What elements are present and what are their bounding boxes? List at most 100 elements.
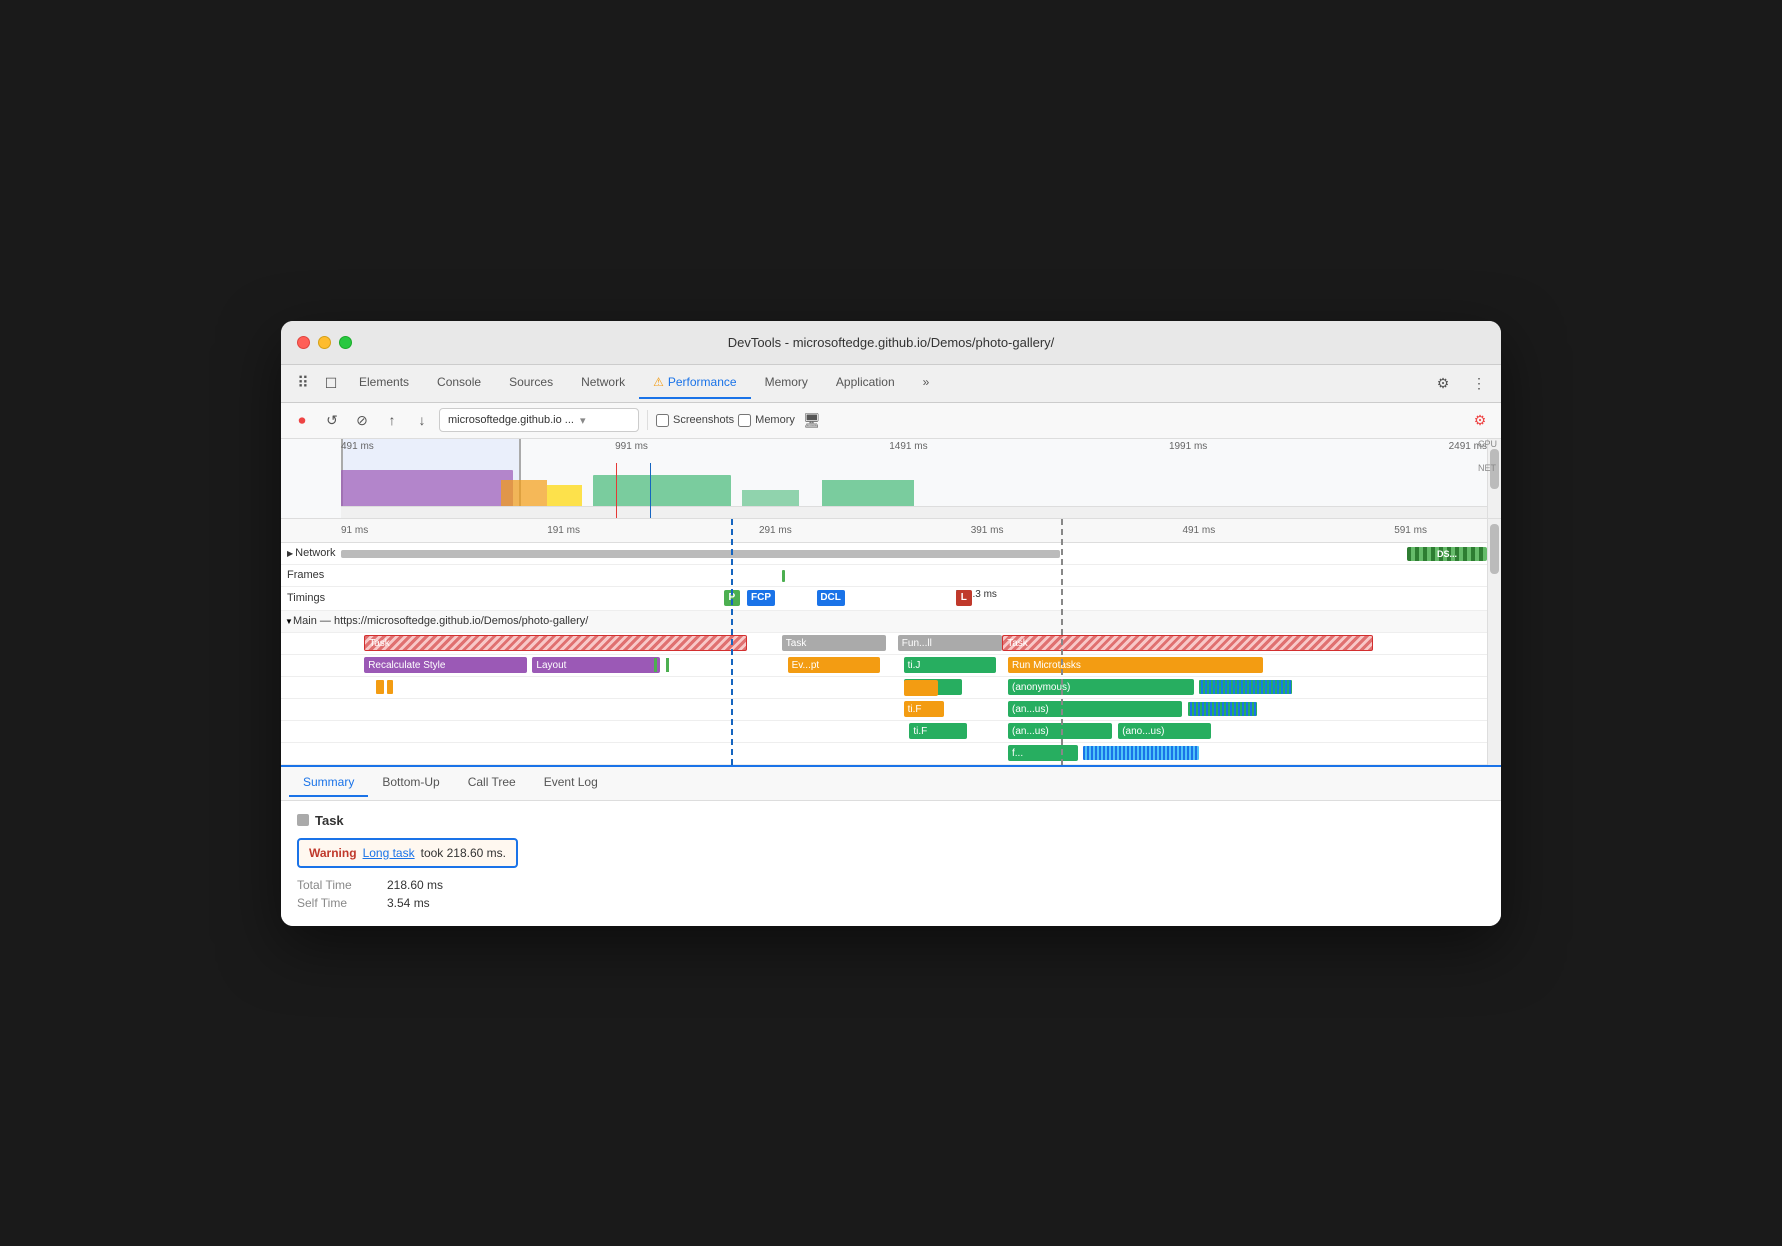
f-bar[interactable]: f... [1008, 745, 1078, 761]
tab-console[interactable]: Console [423, 367, 495, 399]
vi-bar[interactable] [904, 680, 939, 696]
traffic-lights [297, 336, 352, 349]
p-marker[interactable]: P [724, 590, 740, 606]
task-bar-main[interactable]: Task [364, 635, 747, 651]
overview-timeline[interactable]: 491 ms 991 ms 1491 ms 1991 ms 2491 ms CP… [281, 439, 1501, 519]
fcp-marker[interactable]: FCP [747, 590, 775, 606]
long-task-link[interactable]: Long task [363, 846, 415, 860]
memory-checkbox[interactable] [738, 414, 751, 427]
run-microtasks-bar[interactable]: Run Microtasks [1008, 657, 1263, 673]
frames-label: Frames [281, 569, 341, 581]
frames-content[interactable] [341, 565, 1501, 586]
task-row-2-content[interactable]: Recalculate Style Layout Ev...pt ti.J [341, 654, 1501, 676]
flamechart-scroll-track[interactable] [1487, 519, 1501, 765]
task-row-5-content[interactable]: Task ti.F (an...us) (an...us) (ano...us) [341, 720, 1501, 742]
task-row-2[interactable]: Recalculate Style Layout Ev...pt ti.J [281, 655, 1501, 677]
performance-settings-icon[interactable]: ⚙ [1467, 407, 1493, 433]
summary-panel: Task Warning Long task took 218.60 ms. T… [281, 801, 1501, 926]
cpu-net-labels: CPU NET [1478, 439, 1497, 473]
self-time-val: 3.54 ms [387, 896, 430, 910]
yellow-bar-2 [387, 680, 393, 694]
tab-event-log[interactable]: Event Log [530, 769, 612, 797]
mini-bars-blue [1083, 746, 1199, 760]
tab-performance[interactable]: ⚠ Performance [639, 367, 750, 399]
dcl-marker[interactable]: DCL [817, 590, 845, 606]
populate-gallery-bar[interactable]: (an...us) [1008, 701, 1182, 717]
window-title: DevTools - microsoftedge.github.io/Demos… [728, 335, 1055, 350]
timings-content[interactable]: P FCP DCL 721.3 ms L ↙ ↙ [341, 587, 1501, 610]
task-bar-right[interactable]: Fun...ll [898, 635, 1002, 651]
task-row-3-content[interactable]: vi (anonymous) [341, 676, 1501, 698]
screenshots-checkbox-label[interactable]: Screenshots [656, 414, 734, 427]
tab-bottom-up[interactable]: Bottom-Up [368, 769, 453, 797]
function-bar[interactable]: ti.J [904, 657, 997, 673]
task-bar-mid[interactable]: Task [782, 635, 886, 651]
green-bar-2 [666, 658, 669, 672]
self-time-key: Self Time [297, 896, 387, 910]
screenshots-checkbox[interactable] [656, 414, 669, 427]
task-row-6-content[interactable]: f... [341, 742, 1501, 764]
task-row-1-content[interactable]: Task Task Fun...ll Task ↙ [341, 632, 1501, 654]
memory-checkbox-label[interactable]: Memory [738, 414, 795, 427]
tab-call-tree[interactable]: Call Tree [454, 769, 530, 797]
warning-message: took 218.60 ms. [421, 846, 506, 860]
ti-f-bar[interactable]: Task ti.F [909, 723, 967, 739]
anonymous-bar[interactable]: (anonymous) [1008, 679, 1194, 695]
layout-bar[interactable]: Layout [532, 657, 660, 673]
more-options-icon[interactable]: ⋮ [1465, 369, 1493, 397]
tab-elements[interactable]: Elements [345, 367, 423, 399]
capture-settings-icon[interactable]: 🖥 [799, 407, 825, 433]
main-expand-icon[interactable]: ▼ [281, 617, 289, 626]
tab-more[interactable]: » [909, 367, 944, 399]
flamechart-scroll-thumb[interactable] [1490, 524, 1499, 574]
tab-memory[interactable]: Memory [751, 367, 822, 399]
tab-application[interactable]: Application [822, 367, 909, 399]
performance-toolbar: ⏺ ↺ ⊘ ↑ ↓ microsoftedge.github.io ... ▾ … [281, 403, 1501, 439]
network-content[interactable]: DS... [341, 543, 1501, 564]
task-row-4[interactable]: ti.F (an...us) [281, 699, 1501, 721]
vi-bar-2[interactable]: ti.F [904, 701, 945, 717]
record-button[interactable]: ⏺ [289, 407, 315, 433]
recalculate-style-bar[interactable]: Recalculate Style [364, 657, 526, 673]
tab-network[interactable]: Network [567, 367, 639, 399]
task-row-3[interactable]: vi (anonymous) [281, 677, 1501, 699]
tab-summary[interactable]: Summary [289, 769, 368, 797]
timings-row: Timings P FCP DCL 721.3 ms L [281, 587, 1501, 611]
total-time-val: 218.60 ms [387, 878, 443, 892]
timeline-ruler: 91 ms 191 ms 291 ms 391 ms 491 ms 591 ms [281, 519, 1501, 543]
devtools-tab-bar: ⠿ ☐ Elements Console Sources Network ⚠ P… [281, 365, 1501, 403]
url-display: microsoftedge.github.io ... ▾ [439, 408, 639, 432]
ano-us-bar[interactable]: (ano...us) [1118, 723, 1211, 739]
task-row-5[interactable]: Task ti.F (an...us) (an...us) (ano...us) [281, 721, 1501, 743]
clear-button[interactable]: ⊘ [349, 407, 375, 433]
frames-row: Frames [281, 565, 1501, 587]
device-emulation-icon[interactable]: ☐ [317, 369, 345, 397]
settings-icon[interactable]: ⚙ [1429, 369, 1457, 397]
task-icon [297, 814, 309, 826]
overview-time-labels: 491 ms 991 ms 1491 ms 1991 ms 2491 ms [341, 441, 1487, 452]
upload-button[interactable]: ↑ [379, 407, 405, 433]
task-bar-far-right[interactable]: Task [1002, 635, 1373, 651]
tab-sources[interactable]: Sources [495, 367, 567, 399]
flamechart-area[interactable]: 91 ms 191 ms 291 ms 391 ms 491 ms 591 ms… [281, 519, 1501, 767]
close-button[interactable] [297, 336, 310, 349]
l-marker[interactable]: L [956, 590, 972, 606]
warning-label: Warning [309, 846, 357, 860]
event-bar[interactable]: Ev...pt [788, 657, 881, 673]
title-bar: DevTools - microsoftedge.github.io/Demos… [281, 321, 1501, 365]
task-row-4-content[interactable]: ti.F (an...us) [341, 698, 1501, 720]
tab-tools: ⚙ ⋮ [1429, 369, 1493, 397]
self-time-row: Self Time 3.54 ms [297, 896, 1485, 910]
main-row-header: ▼ Main — https://microsoftedge.github.io… [281, 611, 1501, 633]
download-button[interactable]: ↓ [409, 407, 435, 433]
minimize-button[interactable] [318, 336, 331, 349]
devtools-window: DevTools - microsoftedge.github.io/Demos… [281, 321, 1501, 926]
reload-button[interactable]: ↺ [319, 407, 345, 433]
task-row-1[interactable]: Task Task Fun...ll Task ↙ [281, 633, 1501, 655]
an-us-bar[interactable]: (an...us) (an...us) [1008, 723, 1112, 739]
green-bar-1 [654, 658, 657, 672]
task-row-6[interactable]: f... [281, 743, 1501, 765]
inspector-icon[interactable]: ⠿ [289, 369, 317, 397]
maximize-button[interactable] [339, 336, 352, 349]
ruler-marks: 91 ms 191 ms 291 ms 391 ms 491 ms 591 ms [341, 525, 1427, 536]
